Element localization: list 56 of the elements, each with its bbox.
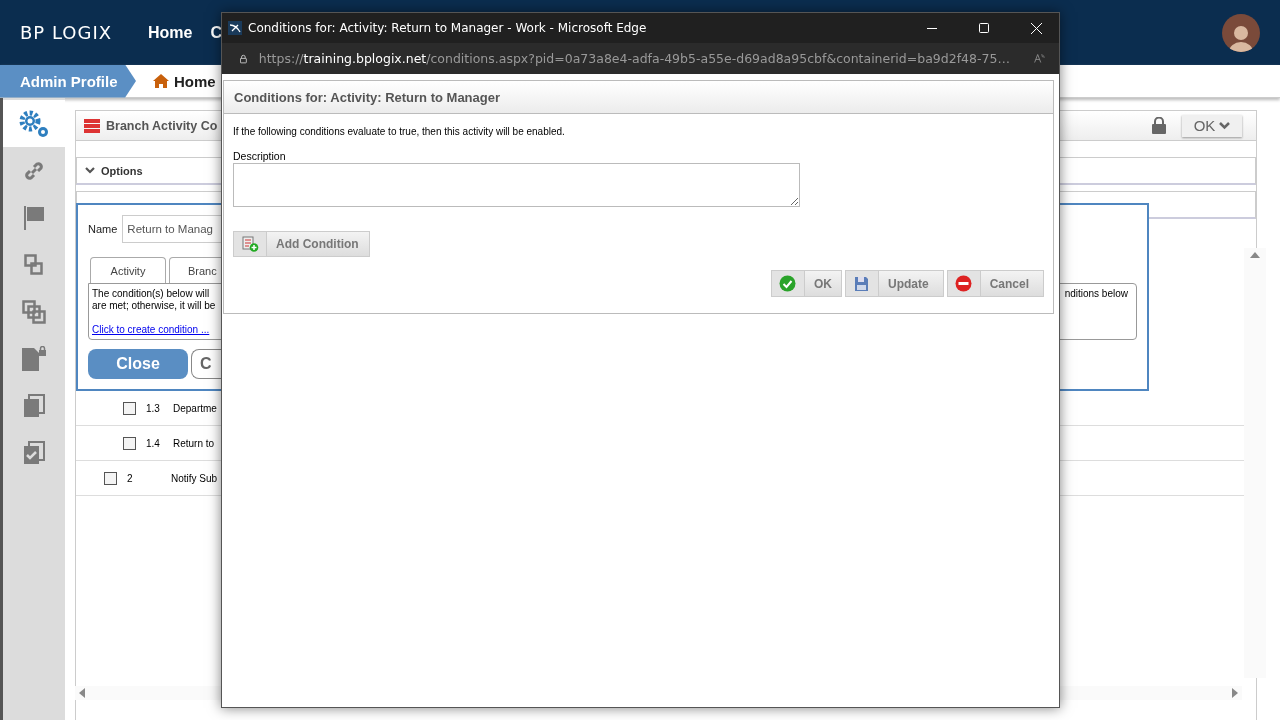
house-icon [152, 73, 170, 89]
triangle-left-icon [79, 688, 85, 698]
description-field[interactable] [233, 163, 800, 207]
dialog-button[interactable]: Update [844, 270, 944, 297]
row-name: Return to [173, 437, 215, 449]
triangle-up-icon [1250, 252, 1260, 258]
nav-link[interactable]: Home [148, 23, 193, 42]
app-icon [228, 21, 242, 35]
nav-link[interactable]: C [210, 23, 222, 42]
avatar[interactable] [1222, 13, 1260, 52]
maximize-icon [979, 23, 989, 33]
chevron-down-icon [85, 166, 95, 175]
row-checkbox[interactable] [104, 471, 117, 485]
locked-document-icon [21, 345, 47, 372]
vertical-scrollbar[interactable] [1244, 248, 1266, 678]
layers-icon [22, 299, 46, 324]
gears-icon [17, 108, 51, 139]
flag-icon [23, 204, 45, 231]
intro-text: If the following conditions evaluate to true, then this activity will be enabled. [233, 126, 566, 137]
checked-copies-icon [23, 440, 45, 465]
row-number: 2 [127, 472, 134, 484]
squares-icon [24, 253, 44, 276]
ok-dropdown[interactable]: OK [1182, 114, 1242, 137]
logo: BP LOGIX [20, 22, 114, 43]
read-aloud-icon [1033, 51, 1045, 66]
triangle-right-icon [1232, 688, 1238, 698]
dialog-button[interactable]: Cancel [946, 270, 1044, 297]
row-checkbox[interactable] [123, 436, 136, 450]
server-icon [84, 118, 100, 133]
list-add-icon [241, 236, 259, 252]
description-label: Description [233, 150, 287, 162]
condition-text: The condition(s) below will are met; otherwise, it will be [92, 288, 216, 312]
row-number: 1.4 [146, 437, 161, 449]
panel-title: Branch Activity Co [106, 118, 218, 133]
window-title: Conditions for: Activity: Return to Manager - Work - Microsoft Edge [248, 21, 647, 35]
name-label: Name [88, 223, 118, 235]
lock-icon [1152, 117, 1166, 134]
tab[interactable]: Activity [90, 257, 166, 283]
condition-text: nditions below [1064, 288, 1128, 301]
no-entry-icon [955, 275, 973, 292]
close-icon [1030, 22, 1042, 34]
row-number: 1.3 [146, 402, 161, 414]
row-name: Notify Sub [171, 472, 218, 484]
row-checkbox[interactable] [123, 401, 136, 415]
create-condition-link[interactable]: Click to create condition ... [92, 324, 216, 335]
dialog-button[interactable]: OK [770, 270, 842, 297]
chevron-down-icon [1219, 121, 1231, 130]
minimize-icon [927, 27, 937, 29]
breadcrumb-home[interactable]: Home [152, 72, 216, 90]
section-label: Options [101, 164, 143, 177]
check-icon [779, 275, 797, 292]
sidebar-item[interactable] [3, 100, 65, 147]
copies-icon [23, 393, 45, 418]
row-name: Departme [173, 402, 217, 414]
add-condition-button[interactable]: Add Condition [233, 231, 370, 257]
url-text[interactable]: https://training.bplogix.net/conditions.aspx?pid=0a73a8e4-adfa-49b5-a55e-d69ad8a95cbf&containerid=ba9d2f48-75… [258, 51, 1010, 66]
